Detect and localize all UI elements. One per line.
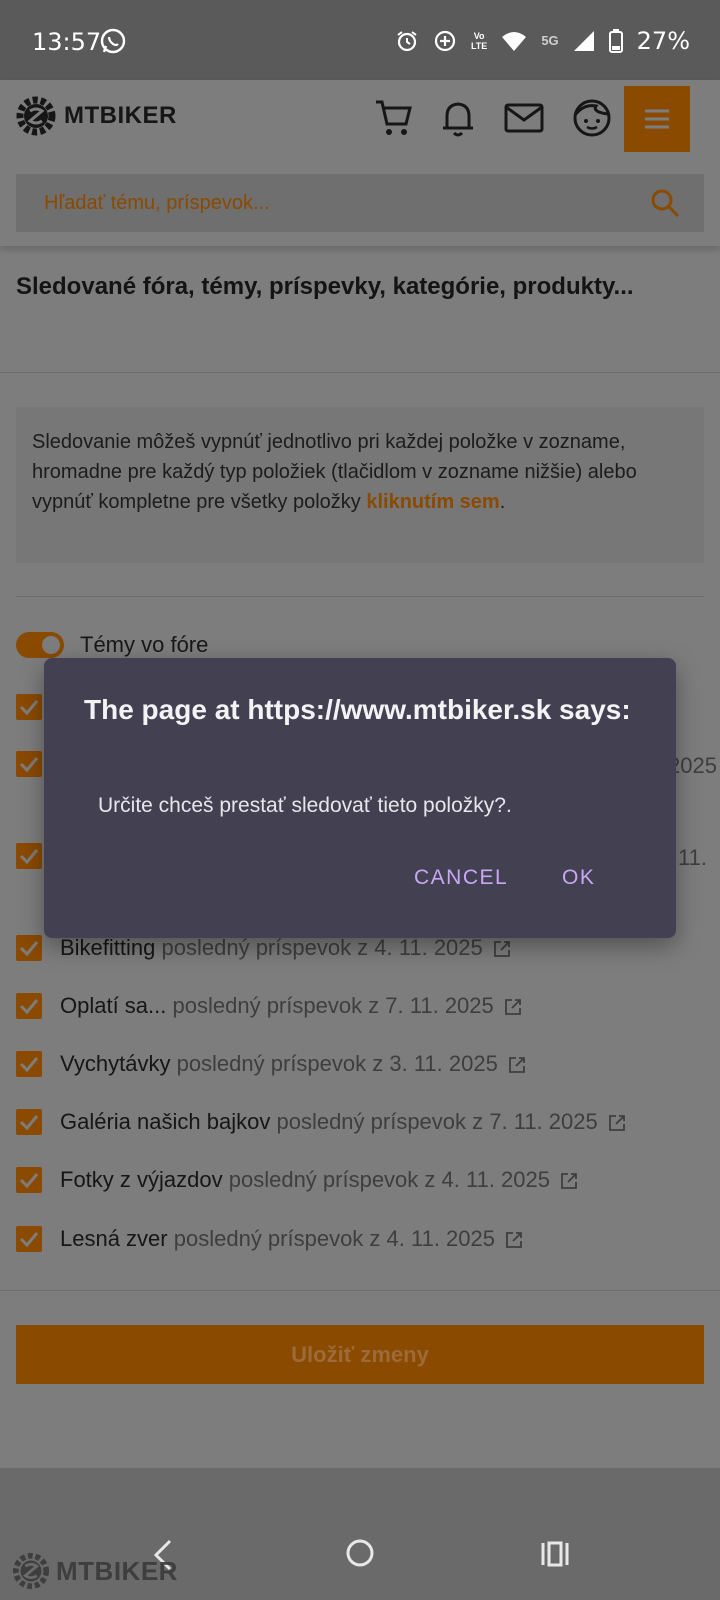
data-saver-icon bbox=[434, 30, 456, 52]
info-box: Sledovanie môžeš vypnúť jednotlivo pri k… bbox=[16, 407, 704, 563]
item-name: Vychytávky bbox=[60, 1051, 171, 1076]
info-text: Sledovanie môžeš vypnúť jednotlivo pri k… bbox=[32, 431, 637, 513]
mail-icon[interactable] bbox=[502, 96, 546, 140]
divider bbox=[0, 372, 720, 373]
wifi-icon bbox=[502, 32, 527, 51]
save-changes-button[interactable]: Uložiť zmeny bbox=[16, 1325, 704, 1384]
alarm-icon bbox=[397, 31, 417, 52]
page-title: Sledované fóra, témy, príspevky, kategór… bbox=[16, 273, 634, 300]
hamburger-menu-button[interactable] bbox=[624, 86, 690, 152]
dialog-title: The page at https://www.mtbiker.sk says: bbox=[84, 694, 631, 725]
logo-gear-icon bbox=[16, 96, 56, 136]
confirm-dialog: The page at https://www.mtbiker.sk says:… bbox=[44, 658, 676, 938]
partial-date-text: 11. bbox=[678, 845, 707, 870]
external-link-icon[interactable] bbox=[608, 1114, 626, 1132]
watermark-text: MTBIKER bbox=[56, 1555, 178, 1586]
user-avatar-icon[interactable] bbox=[570, 96, 614, 140]
item-checkbox[interactable] bbox=[16, 993, 42, 1019]
external-link-icon[interactable] bbox=[504, 998, 522, 1016]
item-meta: posledný príspevok z 7. 11. 2025 bbox=[276, 1109, 598, 1134]
site-header: MTBIKER bbox=[0, 80, 720, 246]
disable-all-link[interactable]: kliknutím sem bbox=[366, 491, 499, 513]
external-link-icon[interactable] bbox=[560, 1172, 578, 1190]
item-checkbox[interactable] bbox=[16, 1226, 42, 1252]
section-label: Témy vo fóre bbox=[80, 632, 209, 657]
item-meta: posledný príspevok z 4. 11. 2025 bbox=[173, 1226, 495, 1251]
external-link-icon[interactable] bbox=[493, 940, 511, 958]
item-checkbox[interactable] bbox=[16, 1167, 42, 1193]
list-item[interactable]: Oplatí sa... posledný príspevok z 7. 11.… bbox=[60, 993, 522, 1019]
recent-apps-icon[interactable] bbox=[540, 1540, 570, 1568]
watermark: MTBIKER bbox=[12, 1552, 178, 1590]
battery-percent: 27% bbox=[636, 27, 690, 55]
list-item[interactable]: Bikefitting posledný príspevok z 4. 11. … bbox=[60, 935, 511, 961]
search-icon[interactable] bbox=[650, 188, 680, 218]
notification-bell-icon[interactable] bbox=[436, 96, 480, 140]
search-input[interactable] bbox=[16, 174, 616, 232]
battery-icon bbox=[608, 29, 623, 53]
signal-icon bbox=[573, 31, 594, 51]
item-checkbox[interactable] bbox=[16, 1051, 42, 1077]
item-name: Oplatí sa... bbox=[60, 993, 167, 1018]
external-link-icon[interactable] bbox=[505, 1231, 523, 1249]
ok-button[interactable]: OK bbox=[562, 866, 595, 890]
home-icon[interactable] bbox=[345, 1538, 375, 1568]
item-name: Bikefitting bbox=[60, 935, 156, 960]
item-checkbox[interactable] bbox=[16, 935, 42, 961]
network-type: 5G bbox=[541, 33, 559, 48]
divider bbox=[0, 1290, 720, 1291]
list-item[interactable]: Galéria našich bajkov posledný príspevok… bbox=[60, 1109, 626, 1135]
whatsapp-icon bbox=[100, 28, 126, 54]
hamburger-icon bbox=[645, 109, 669, 129]
external-link-icon[interactable] bbox=[508, 1056, 526, 1074]
item-checkbox[interactable] bbox=[16, 694, 42, 720]
item-name: Fotky z výjazdov bbox=[60, 1167, 223, 1192]
volte-icon: Vo LTE bbox=[470, 31, 488, 51]
site-logo[interactable]: MTBIKER bbox=[16, 96, 177, 136]
watermark-logo-icon bbox=[12, 1552, 50, 1590]
cancel-button[interactable]: CANCEL bbox=[414, 866, 508, 890]
list-item[interactable]: Fotky z výjazdov posledný príspevok z 4.… bbox=[60, 1167, 578, 1193]
section-toggle-row: Témy vo fóre bbox=[16, 632, 208, 658]
dialog-message: Určite chceš prestať sledovať tieto polo… bbox=[98, 794, 512, 817]
forum-topics-toggle[interactable] bbox=[16, 632, 64, 658]
item-meta: posledný príspevok z 7. 11. 2025 bbox=[172, 993, 494, 1018]
item-checkbox[interactable] bbox=[16, 1109, 42, 1135]
search-bar bbox=[16, 174, 704, 232]
item-name: Lesná zver bbox=[60, 1226, 168, 1251]
list-item[interactable]: Vychytávky posledný príspevok z 3. 11. 2… bbox=[60, 1051, 526, 1077]
brand-name: MTBIKER bbox=[64, 102, 177, 129]
item-meta: posledný príspevok z 3. 11. 2025 bbox=[176, 1051, 498, 1076]
cart-icon[interactable] bbox=[372, 96, 416, 140]
list-item[interactable]: Lesná zver posledný príspevok z 4. 11. 2… bbox=[60, 1226, 523, 1252]
item-checkbox[interactable] bbox=[16, 751, 42, 777]
status-time: 13:57 bbox=[32, 28, 102, 56]
item-name: Galéria našich bajkov bbox=[60, 1109, 271, 1134]
divider bbox=[16, 596, 704, 597]
item-meta: posledný príspevok z 4. 11. 2025 bbox=[161, 935, 483, 960]
status-bar: 13:57 Vo LTE 5G 27% bbox=[0, 0, 720, 80]
item-meta: posledný príspevok z 4. 11. 2025 bbox=[228, 1167, 550, 1192]
item-checkbox[interactable] bbox=[16, 843, 42, 869]
